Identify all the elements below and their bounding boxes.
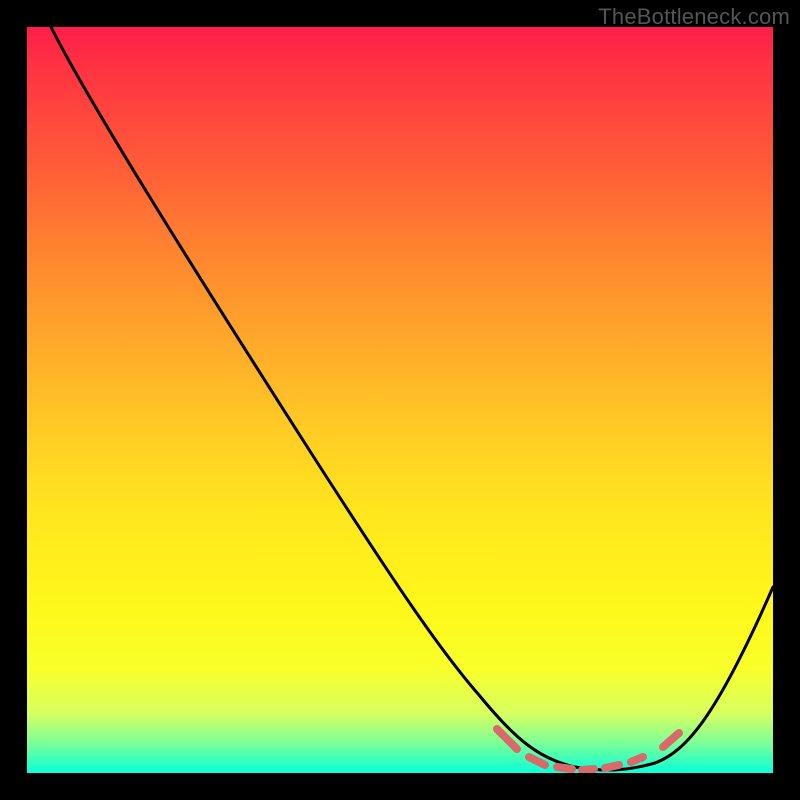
dash-5 [631,757,643,762]
dash-3 [582,769,594,770]
chart-area [27,27,773,773]
dash-1 [529,757,545,765]
dash-6 [663,733,679,747]
dash-4 [605,765,619,768]
bottleneck-curve-svg [27,27,773,773]
bottleneck-curve [51,27,773,770]
dash-2 [557,767,572,769]
watermark-text: TheBottleneck.com [598,4,790,30]
